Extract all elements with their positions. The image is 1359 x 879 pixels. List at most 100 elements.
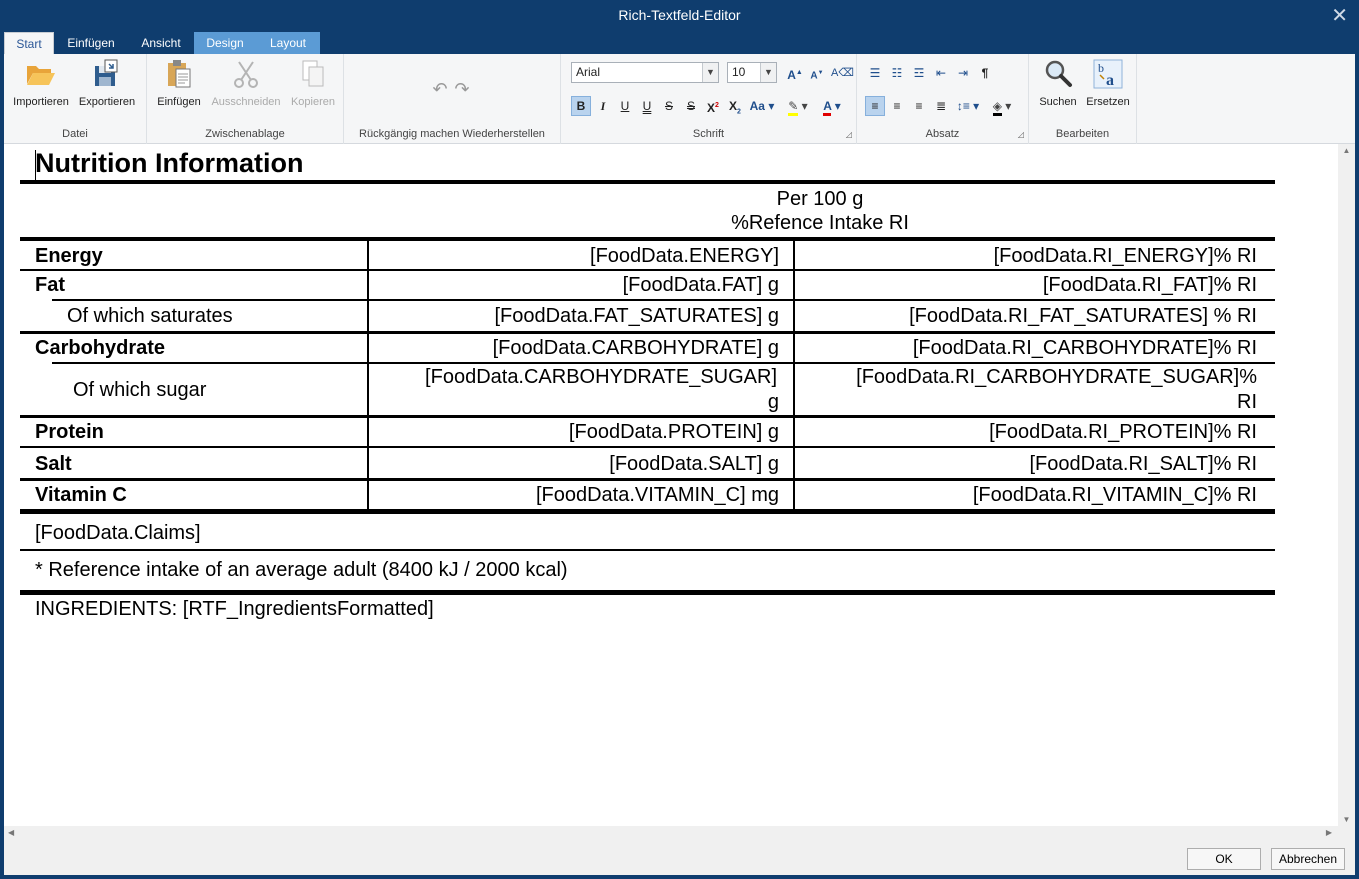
- group-datei: Importieren Exportieren Datei: [4, 54, 147, 144]
- row-value-fat: [FoodData.FAT] g: [622, 274, 779, 296]
- row-border: [52, 362, 1275, 364]
- document-content[interactable]: Nutrition Information Per 100 g %Refence…: [4, 144, 1338, 826]
- highlight-color-icon[interactable]: ✎ ▾: [783, 96, 813, 116]
- dialog-launcher-icon[interactable]: ◿: [1018, 130, 1024, 139]
- line-spacing-icon[interactable]: ↕≡ ▾: [953, 96, 983, 116]
- replace-button[interactable]: b a Ersetzen: [1083, 58, 1133, 108]
- row-label-carbohydrate: Carbohydrate: [35, 337, 166, 359]
- text-caret: [35, 150, 36, 180]
- group-label-bearbeiten: Bearbeiten: [1055, 128, 1110, 140]
- font-family-select[interactable]: Arial ▼: [571, 62, 719, 83]
- row-border: [20, 478, 1275, 481]
- cut-button[interactable]: Ausschneiden: [207, 58, 285, 108]
- double-underline-icon[interactable]: U: [637, 96, 657, 116]
- ribbon: Importieren Exportieren Datei Einfügen A…: [4, 54, 1355, 144]
- copy-button[interactable]: Kopieren: [287, 58, 339, 108]
- title-bar: Rich-Textfeld-Editor ✕: [0, 0, 1359, 30]
- pilcrow-icon[interactable]: ¶: [975, 63, 995, 83]
- scroll-up-icon[interactable]: ▲: [1338, 146, 1355, 155]
- italic-icon[interactable]: I: [593, 96, 613, 116]
- align-right-icon[interactable]: ≡: [909, 96, 929, 116]
- scroll-down-icon[interactable]: ▼: [1338, 815, 1355, 824]
- font-color-icon[interactable]: A ▾: [817, 96, 847, 116]
- align-left-icon[interactable]: ≡: [865, 96, 885, 116]
- row-label-vitamin-c: Vitamin C: [35, 484, 127, 506]
- scroll-left-icon[interactable]: ◀: [8, 828, 14, 837]
- paste-button[interactable]: Einfügen: [153, 58, 205, 108]
- clear-format-icon[interactable]: A⌫: [831, 63, 854, 83]
- editor-area[interactable]: Nutrition Information Per 100 g %Refence…: [4, 144, 1355, 842]
- row-value-saturates: [FoodData.FAT_SATURATES] g: [494, 305, 779, 327]
- row-value-carbohydrate: [FoodData.CARBOHYDRATE] g: [492, 337, 779, 359]
- tab-einfuegen[interactable]: Einfügen: [58, 32, 124, 54]
- row-border: [52, 299, 1275, 301]
- undo-icon[interactable]: ↶: [430, 79, 450, 99]
- font-size-select[interactable]: 10 ▼: [727, 62, 777, 83]
- header-per-100g: Per 100 g: [776, 188, 864, 210]
- group-label-datei: Datei: [62, 128, 88, 140]
- row-border: [20, 415, 1275, 418]
- multilevel-list-icon[interactable]: ☲: [909, 63, 929, 83]
- scissors-icon: [234, 61, 258, 88]
- strikethrough-icon[interactable]: S: [659, 96, 679, 116]
- scroll-right-icon[interactable]: ▶: [1326, 828, 1332, 837]
- row-border: [20, 549, 1275, 551]
- double-strikethrough-icon[interactable]: S: [681, 96, 701, 116]
- shrink-font-icon[interactable]: A▼: [807, 63, 827, 83]
- group-label-schrift: Schrift: [692, 128, 725, 140]
- redo-icon[interactable]: ↷: [452, 79, 472, 99]
- tab-design[interactable]: Design: [194, 32, 256, 54]
- row-border: [20, 446, 1275, 448]
- close-icon[interactable]: ✕: [1331, 3, 1348, 28]
- row-value-salt: [FoodData.SALT] g: [609, 453, 779, 475]
- svg-text:b: b: [1098, 61, 1104, 75]
- tab-layout[interactable]: Layout: [256, 32, 320, 54]
- numbered-list-icon[interactable]: ☷: [887, 63, 907, 83]
- table-border: [20, 509, 1275, 514]
- row-ri-sugar-line1: [FoodData.RI_CARBOHYDRATE_SUGAR]%: [856, 366, 1257, 388]
- bullet-list-icon[interactable]: ☰: [865, 63, 885, 83]
- superscript-icon[interactable]: X2: [703, 96, 723, 116]
- group-label-undo-redo: Rückgängig machen Wiederherstellen: [359, 128, 545, 140]
- row-ri-sugar-line2: RI: [1237, 391, 1257, 413]
- increase-indent-icon[interactable]: ⇥: [953, 63, 973, 83]
- document-heading: Nutrition Information: [35, 148, 304, 178]
- row-ri-salt: [FoodData.RI_SALT]% RI: [1029, 453, 1258, 475]
- underline-icon[interactable]: U: [615, 96, 635, 116]
- dialog-footer: OK Abbrechen: [4, 842, 1355, 875]
- vertical-scrollbar[interactable]: ▲ ▼: [1338, 144, 1355, 826]
- dialog-launcher-icon[interactable]: ◿: [846, 130, 852, 139]
- tab-start[interactable]: Start: [4, 32, 54, 54]
- horizontal-scrollbar[interactable]: ◀ ▶: [4, 826, 1338, 842]
- subscript-icon[interactable]: X2: [725, 96, 745, 116]
- group-label-absatz: Absatz: [925, 128, 960, 140]
- grow-font-icon[interactable]: A▲: [785, 63, 805, 83]
- import-button[interactable]: Importieren: [8, 58, 74, 108]
- row-ri-protein: [FoodData.RI_PROTEIN]% RI: [989, 421, 1257, 443]
- decrease-indent-icon[interactable]: ⇤: [931, 63, 951, 83]
- replace-icon: b a: [1093, 59, 1123, 89]
- group-schrift: Arial ▼ 10 ▼ A▲ A▼ A⌫ B I U U S S X2 X2 …: [561, 54, 857, 144]
- table-border: [20, 590, 1275, 595]
- align-center-icon[interactable]: ≡: [887, 96, 907, 116]
- row-border: [20, 269, 1275, 271]
- cancel-button[interactable]: Abbrechen: [1271, 848, 1345, 870]
- tab-ansicht[interactable]: Ansicht: [130, 32, 192, 54]
- change-case-icon[interactable]: Aa ▾: [747, 96, 777, 116]
- row-border: [20, 331, 1275, 334]
- shading-icon[interactable]: ◈ ▾: [987, 96, 1017, 116]
- row-ri-fat: [FoodData.RI_FAT]% RI: [1042, 274, 1257, 296]
- export-button[interactable]: Exportieren: [74, 58, 140, 108]
- justify-icon[interactable]: ≣: [931, 96, 951, 116]
- bold-icon[interactable]: B: [571, 96, 591, 116]
- search-button[interactable]: Suchen: [1033, 58, 1083, 108]
- scrollbar-corner: [1338, 826, 1355, 842]
- row-value-sugar-line1: [FoodData.CARBOHYDRATE_SUGAR]: [425, 366, 777, 388]
- footnote-text: * Reference intake of an average adult (…: [35, 559, 568, 581]
- window-title: Rich-Textfeld-Editor: [618, 7, 741, 23]
- group-zwischenablage: Einfügen Ausschneiden Kopieren Zwischena…: [147, 54, 344, 144]
- ok-button[interactable]: OK: [1187, 848, 1261, 870]
- row-value-protein: [FoodData.PROTEIN] g: [568, 421, 779, 443]
- svg-text:a: a: [1106, 72, 1114, 89]
- row-label-saturates: Of which saturates: [67, 305, 233, 327]
